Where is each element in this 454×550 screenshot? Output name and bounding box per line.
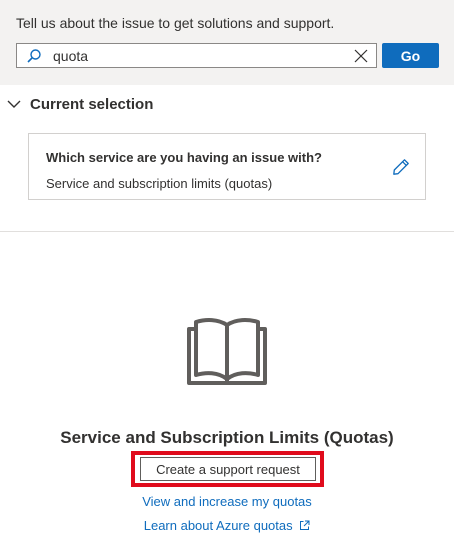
selection-answer: Service and subscription limits (quotas) [46, 176, 273, 191]
search-input[interactable]: quota [16, 43, 377, 68]
pencil-icon[interactable] [392, 158, 410, 176]
search-value[interactable]: quota [53, 48, 88, 64]
divider [0, 231, 454, 232]
result-title: Service and Subscription Limits (Quotas) [60, 428, 394, 447]
selection-question: Which service are you having an issue wi… [46, 150, 322, 165]
external-link-icon [300, 520, 310, 530]
search-icon [27, 49, 41, 63]
chevron-down-icon [7, 100, 21, 108]
current-selection-toggle[interactable]: Current selection [6, 93, 153, 115]
selection-card: Which service are you having an issue wi… [28, 133, 426, 200]
search-prompt: Tell us about the issue to get solutions… [16, 15, 335, 31]
go-button[interactable]: Go [382, 43, 439, 68]
close-icon[interactable] [354, 49, 368, 63]
view-quotas-link-text[interactable]: View and increase my quotas [142, 494, 312, 509]
learn-quotas-link-text[interactable]: Learn about Azure quotas [144, 518, 293, 533]
book-icon [187, 318, 267, 385]
search-panel: Tell us about the issue to get solutions… [0, 0, 454, 85]
current-selection-header: Current selection [30, 95, 154, 113]
view-quotas-link[interactable]: View and increase my quotas [0, 494, 454, 509]
learn-quotas-link[interactable]: Learn about Azure quotas [0, 518, 454, 533]
create-support-request-button[interactable]: Create a support request [140, 457, 316, 481]
